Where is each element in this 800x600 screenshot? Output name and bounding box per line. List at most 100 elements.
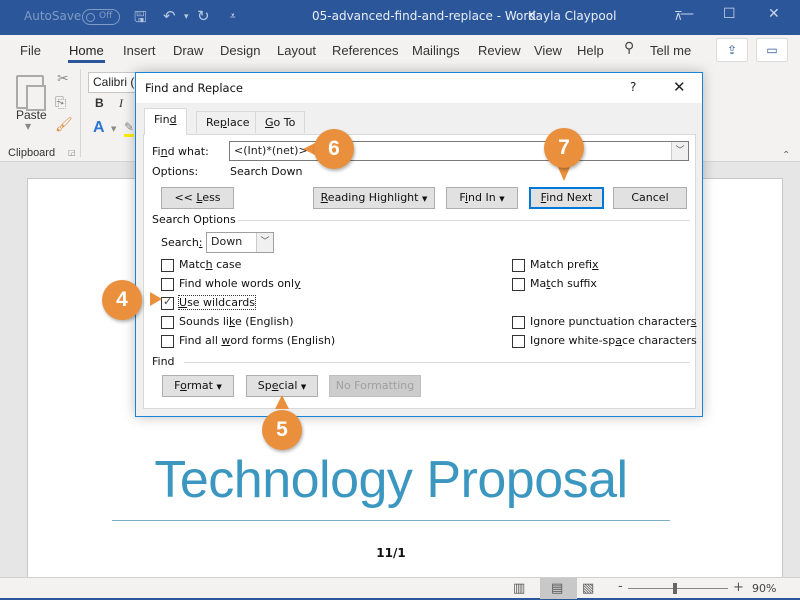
web-layout-icon[interactable]: ▧ — [582, 581, 594, 596]
user-name[interactable]: Kayla Claypool — [528, 9, 616, 23]
tab-design[interactable]: Design — [220, 43, 260, 58]
italic-button[interactable]: I — [119, 96, 123, 111]
find-in-button[interactable]: Find In ▼ — [446, 187, 518, 209]
use-wildcards-accesskey: U — [179, 296, 188, 309]
tab-help[interactable]: Help — [577, 43, 604, 58]
read-mode-icon[interactable]: ▥ — [513, 581, 525, 596]
share-button[interactable]: ⇪ — [716, 38, 748, 62]
chevron-down-icon[interactable]: ﹀ — [256, 233, 273, 252]
undo-dropdown-icon[interactable]: ▾ — [184, 12, 189, 22]
zoom-percent[interactable]: 90% — [752, 582, 776, 595]
less-label: << — [174, 191, 197, 204]
less-button[interactable]: << Less — [161, 187, 234, 209]
match-prefix-checkbox[interactable] — [512, 259, 525, 272]
search-options-label: Search Options — [152, 213, 236, 226]
undo-icon[interactable]: ↶ — [163, 7, 176, 25]
clipboard-launcher-icon[interactable]: ◲ — [68, 148, 76, 157]
callout-5: 5 — [262, 410, 302, 450]
close-window-button[interactable]: ✕ — [768, 6, 780, 22]
tab-replace[interactable]: Replace — [196, 111, 260, 133]
ribbon-tabs: File Home Insert Draw Design Layout Refe… — [0, 35, 800, 67]
tab-view[interactable]: View — [534, 43, 562, 58]
sounds-like-checkbox[interactable] — [161, 316, 174, 329]
help-button[interactable]: ? — [630, 80, 636, 94]
customize-qat-icon[interactable]: ⩡ — [230, 11, 236, 22]
callout-7: 7 — [544, 128, 584, 168]
search-direction-select[interactable]: Down ﹀ — [206, 232, 274, 253]
autosave-toggle[interactable]: Off — [82, 9, 120, 25]
tab-find-accesskey: d — [169, 113, 177, 126]
minimize-button[interactable]: — — [680, 6, 694, 22]
text-effects-icon[interactable]: A — [93, 119, 105, 137]
find-what-label-text: Fi — [152, 145, 161, 158]
use-wildcards-checkbox[interactable] — [161, 295, 174, 310]
format-painter-icon[interactable]: 🖌 — [55, 117, 73, 133]
copy-icon[interactable]: ⎘ — [55, 95, 66, 111]
tab-goto[interactable]: Go To — [255, 111, 306, 133]
redo-icon[interactable]: ↻ — [197, 7, 210, 25]
highlight-icon[interactable]: ✎ — [124, 120, 135, 137]
reading-highlight-button[interactable]: Reading Highlight ▼ — [313, 187, 435, 209]
print-layout-icon[interactable]: ▤ — [551, 581, 563, 596]
text-effects-dropdown-icon[interactable]: ▼ — [111, 125, 116, 133]
cancel-button[interactable]: Cancel — [613, 187, 687, 209]
find-next-button[interactable]: Find Next — [529, 187, 604, 209]
tab-review[interactable]: Review — [478, 43, 521, 58]
cut-icon[interactable]: ✂ — [57, 71, 69, 87]
ignore-whitespace-checkbox[interactable] — [512, 335, 525, 348]
dialog-close-button[interactable]: ✕ — [673, 78, 686, 96]
zoom-slider-thumb[interactable] — [673, 583, 677, 594]
tab-layout[interactable]: Layout — [277, 43, 316, 58]
dropdown-arrow-icon: ▼ — [421, 195, 428, 203]
paste-dropdown-icon[interactable]: ▼ — [25, 122, 31, 131]
match-suffix-text: Ma — [530, 277, 547, 290]
bold-button[interactable]: B — [95, 96, 104, 110]
use-wildcards-text: se wildcards — [187, 296, 255, 309]
match-case-label: Match case — [179, 258, 241, 271]
find-section-label: Find — [152, 355, 175, 368]
match-prefix-text: Match prefi — [530, 258, 593, 271]
ignore-punctuation-checkbox[interactable] — [512, 316, 525, 329]
paste-icon[interactable] — [16, 75, 46, 111]
callout-6: 6 — [314, 129, 354, 169]
match-case-checkbox[interactable] — [161, 259, 174, 272]
format-button[interactable]: Format ▼ — [162, 375, 234, 397]
find-what-input[interactable]: <(Int)*(net)> ﹀ — [229, 141, 689, 161]
maximize-button[interactable]: ☐ — [723, 6, 736, 22]
tab-file[interactable]: File — [20, 43, 41, 58]
document-title: 05-advanced-find-and-replace - Word — [312, 9, 536, 23]
tab-insert[interactable]: Insert — [123, 43, 156, 58]
tab-replace-label-rest: lace — [226, 116, 250, 129]
dialog-titlebar[interactable]: Find and Replace ? ✕ — [136, 73, 702, 103]
tab-mailings[interactable]: Mailings — [412, 43, 460, 58]
dropdown-arrow-icon: ▼ — [499, 195, 505, 203]
match-suffix-checkbox[interactable] — [512, 278, 525, 291]
chevron-down-icon[interactable]: ﹀ — [671, 142, 688, 160]
find-next-label: ind Next — [546, 191, 593, 204]
save-icon[interactable]: 🖫 — [134, 7, 147, 32]
collapse-ribbon-icon[interactable]: ⌃ — [782, 150, 790, 161]
zoom-out-button[interactable]: - — [618, 579, 623, 594]
all-word-forms-checkbox[interactable] — [161, 335, 174, 348]
whole-words-checkbox[interactable] — [161, 278, 174, 291]
ignore-punctuation-text: Ignore punctuation character — [530, 315, 691, 328]
tab-home[interactable]: Home — [68, 43, 105, 63]
tab-references[interactable]: References — [332, 43, 398, 58]
zoom-slider[interactable] — [628, 588, 728, 589]
search-label-text: Search — [161, 236, 199, 249]
reading-highlight-label: eading Highlight — [327, 191, 419, 204]
paste-label[interactable]: Paste — [16, 108, 47, 122]
tell-me-input[interactable]: Tell me — [650, 43, 691, 58]
special-button[interactable]: Special ▼ — [246, 375, 318, 397]
dropdown-arrow-icon: ▼ — [216, 383, 222, 391]
tab-find[interactable]: Find — [144, 108, 187, 135]
find-replace-dialog: Find and Replace ? ✕ Find Replace Go To … — [135, 72, 703, 417]
match-case-text: Matc — [179, 258, 206, 271]
comments-button[interactable]: ▭ — [756, 38, 788, 62]
callout-4-pointer — [150, 292, 162, 306]
tab-draw[interactable]: Draw — [173, 43, 203, 58]
whole-words-text: Find whole words onl — [179, 277, 295, 290]
zoom-in-button[interactable]: + — [733, 580, 744, 595]
find-what-label: Find what: — [152, 145, 209, 158]
section-divider — [184, 362, 690, 363]
